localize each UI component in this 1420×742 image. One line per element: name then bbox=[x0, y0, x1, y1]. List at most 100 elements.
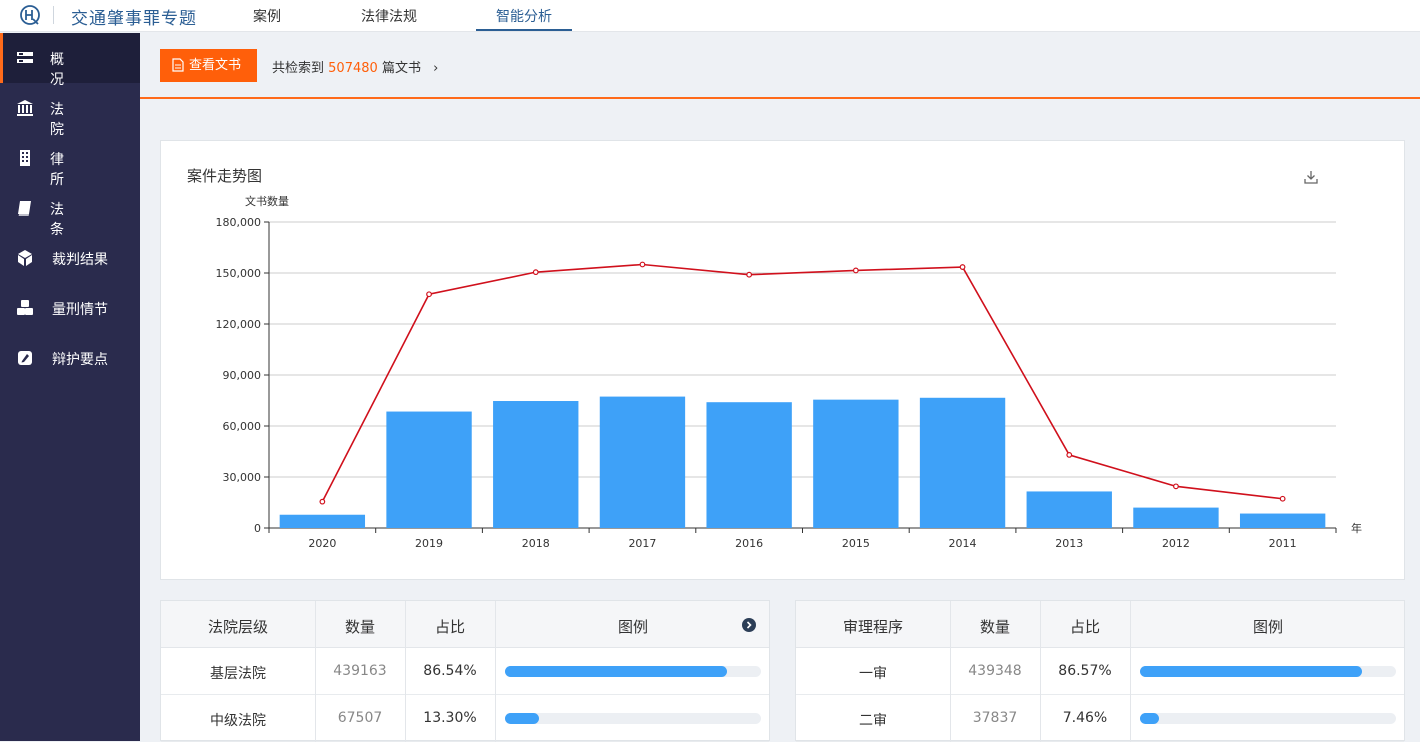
top-navbar: 交通肇事罪专题 案例 法律法规 智能分析 bbox=[0, 0, 1420, 32]
column-divider bbox=[950, 601, 951, 742]
bar bbox=[1239, 513, 1326, 528]
bar bbox=[493, 401, 579, 528]
view-documents-button[interactable]: 查看文书 bbox=[160, 49, 257, 82]
line-point bbox=[852, 267, 859, 274]
table-row: 中级法院 67507 13.30% bbox=[161, 695, 769, 742]
court-percent: 13.30% bbox=[423, 710, 477, 726]
view-documents-label: 查看文书 bbox=[189, 58, 242, 73]
sidebar-item-lawfirm[interactable]: 律所 bbox=[0, 133, 140, 188]
y-tick-label: 30,000 bbox=[223, 471, 262, 484]
court-progress-fill bbox=[505, 713, 540, 724]
header-percent: 占比 bbox=[1069, 618, 1100, 636]
x-tick-label: 2013 bbox=[1055, 537, 1083, 550]
header-legend: 图例 bbox=[617, 618, 648, 636]
procedure-percent: 86.57% bbox=[1058, 663, 1112, 679]
x-tick-label: 2017 bbox=[628, 537, 656, 550]
procedure-count: 439348 bbox=[968, 663, 1022, 679]
circle-arrow-right-icon[interactable] bbox=[742, 618, 756, 632]
building-icon bbox=[20, 150, 30, 166]
bar bbox=[706, 402, 792, 528]
bar bbox=[279, 514, 366, 528]
x-tick-label: 2011 bbox=[1269, 537, 1297, 550]
tab-analysis[interactable]: 智能分析 bbox=[476, 6, 572, 26]
result-header: 查看文书 共检索到 507480 篇文书 › bbox=[140, 33, 1420, 99]
sidebar: 概况 法院 律所 法条 裁判结果 量刑情节 辩护要点 bbox=[0, 33, 140, 741]
x-tick-label: 2012 bbox=[1162, 537, 1190, 550]
sidebar-item-overview[interactable]: 概况 bbox=[0, 33, 140, 88]
header-legend: 图例 bbox=[1252, 618, 1283, 636]
procedure-progress-bar bbox=[1140, 666, 1396, 677]
y-tick-label: 150,000 bbox=[216, 267, 262, 280]
line-point bbox=[639, 261, 646, 268]
result-count[interactable]: 共检索到 507480 篇文书 › bbox=[272, 57, 438, 76]
column-divider bbox=[405, 601, 406, 742]
sidebar-item-articles[interactable]: 法条 bbox=[0, 183, 140, 238]
x-tick-label: 2019 bbox=[415, 537, 443, 550]
sidebar-item-court[interactable]: 法院 bbox=[0, 83, 140, 138]
procedure-percent: 7.46% bbox=[1062, 710, 1108, 726]
y-tick-label: 180,000 bbox=[216, 216, 262, 229]
bar bbox=[386, 411, 472, 528]
sidebar-item-label: 裁判结果 bbox=[52, 252, 108, 268]
x-tick-label: 2020 bbox=[308, 537, 336, 550]
procedure-name: 一审 bbox=[859, 666, 887, 682]
sidebar-item-defense[interactable]: 辩护要点 bbox=[0, 333, 140, 383]
court-icon bbox=[17, 100, 33, 116]
sidebar-item-sentencing[interactable]: 量刑情节 bbox=[0, 283, 140, 333]
table-header: 法院层级 数量 占比 图例 bbox=[161, 601, 769, 648]
procedure-count: 37837 bbox=[972, 710, 1018, 726]
header-percent: 占比 bbox=[434, 618, 465, 636]
x-tick-label: 2018 bbox=[522, 537, 550, 550]
y-axis-label: 文书数量 bbox=[245, 194, 289, 208]
court-progress-fill bbox=[505, 666, 727, 677]
column-divider bbox=[1040, 601, 1041, 742]
x-tick-label: 2014 bbox=[949, 537, 977, 550]
cubes-icon bbox=[17, 300, 33, 315]
trend-chart: 文书数量 180,000 150,000 120,000 90,000 60,000 30,… bbox=[216, 194, 1363, 550]
procedure-progress-bar bbox=[1140, 713, 1396, 724]
active-tab-indicator bbox=[476, 29, 572, 31]
bar bbox=[919, 397, 1006, 528]
procedure-progress-fill bbox=[1140, 666, 1362, 677]
line-point bbox=[319, 498, 326, 505]
table-row: 基层法院 439163 86.54% bbox=[161, 648, 769, 695]
sidebar-item-label: 辩护要点 bbox=[52, 352, 108, 368]
app-title: 交通肇事罪专题 bbox=[71, 9, 197, 29]
column-divider bbox=[315, 601, 316, 742]
count-value: 507480 bbox=[328, 61, 378, 76]
header-count: 数量 bbox=[979, 618, 1010, 636]
line-point bbox=[1173, 483, 1179, 490]
sidebar-item-judgment[interactable]: 裁判结果 bbox=[0, 233, 140, 283]
line-point bbox=[959, 264, 966, 270]
court-count: 439163 bbox=[333, 663, 387, 679]
book-icon bbox=[18, 201, 31, 216]
x-tick-label: 2015 bbox=[842, 537, 870, 550]
count-suffix: 篇文书 bbox=[381, 61, 421, 76]
court-progress-bar bbox=[505, 713, 761, 724]
y-tick-label: 120,000 bbox=[216, 318, 262, 331]
sidebar-item-label: 量刑情节 bbox=[52, 302, 108, 318]
tab-laws[interactable]: 法律法规 bbox=[360, 6, 418, 26]
trend-chart-card: 案件走势图 文书数量 180,000 150,000 120,000 90,000 60,… bbox=[160, 140, 1405, 580]
logo-divider bbox=[53, 6, 54, 24]
bar bbox=[813, 399, 899, 528]
line-point bbox=[1066, 452, 1073, 458]
count-prefix: 共检索到 bbox=[272, 61, 325, 76]
header-count: 数量 bbox=[344, 618, 375, 636]
bar bbox=[1133, 507, 1219, 528]
court-name: 基层法院 bbox=[210, 666, 266, 682]
y-tick-label: 0 bbox=[254, 522, 261, 535]
trial-procedure-table: 审理程序 数量 占比 图例 一审 439348 86.57% 二审 37837 … bbox=[795, 600, 1405, 742]
tab-cases[interactable]: 案例 bbox=[252, 6, 282, 26]
header-procedure: 审理程序 bbox=[842, 618, 903, 636]
table-row: 一审 439348 86.57% bbox=[796, 648, 1404, 695]
column-divider bbox=[495, 601, 496, 742]
line-point bbox=[532, 269, 539, 276]
bar bbox=[599, 396, 686, 528]
y-tick-label: 60,000 bbox=[223, 420, 262, 433]
cube-icon bbox=[18, 250, 32, 266]
bar bbox=[1026, 491, 1112, 528]
x-axis-label: 年 bbox=[1351, 521, 1362, 535]
line-point bbox=[426, 291, 432, 298]
procedure-name: 二审 bbox=[859, 713, 887, 729]
